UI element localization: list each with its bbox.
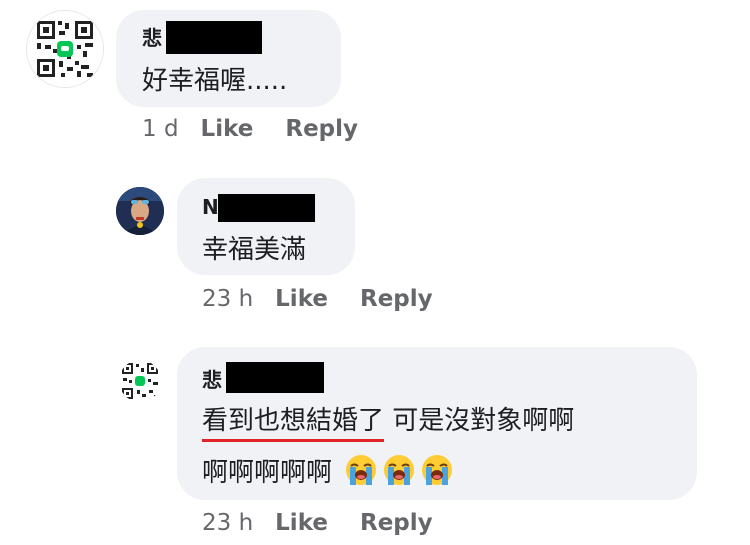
comment-text: 幸福美滿 — [202, 235, 307, 265]
reply-button[interactable]: Reply — [360, 510, 433, 536]
like-button[interactable]: Like — [275, 510, 328, 536]
reply-button[interactable]: Reply — [360, 286, 433, 312]
comment-text-rest: 可是沒對象啊啊 — [384, 406, 575, 436]
comment-time[interactable]: 23 h — [202, 510, 253, 536]
comment-actions: 23 h Like Reply — [202, 286, 433, 312]
profile-photo — [116, 187, 164, 235]
avatar[interactable] — [116, 187, 164, 235]
underlined-text: 看到也想結婚了 — [202, 406, 385, 442]
redaction-box — [166, 21, 262, 54]
redaction-box — [218, 194, 315, 222]
comment-actions: 23 h Like Reply — [202, 510, 433, 536]
comment-actions: 1 d Like Reply — [142, 116, 358, 142]
commenter-name[interactable]: 悲 — [202, 364, 222, 393]
redaction-box — [226, 362, 324, 393]
comment-time[interactable]: 1 d — [142, 116, 179, 142]
commenter-name[interactable]: N — [202, 195, 219, 219]
like-button[interactable]: Like — [275, 286, 328, 312]
comment-text-line2-content: 啊啊啊啊啊 — [202, 458, 333, 488]
loudly-crying-face-icon — [422, 455, 453, 485]
avatar[interactable] — [119, 360, 161, 402]
loudly-crying-face-icon — [346, 455, 377, 485]
comment-text-line-1: 看到也想結婚了 可是沒對象啊啊 — [202, 400, 575, 442]
like-button[interactable]: Like — [201, 116, 254, 142]
loudly-crying-face-icon — [384, 455, 415, 485]
qr-code-icon — [27, 11, 103, 87]
commenter-name[interactable]: 悲 — [142, 22, 162, 51]
avatar[interactable] — [26, 10, 104, 88]
comment-text-line-2: 啊啊啊啊啊 — [202, 452, 454, 489]
reply-button[interactable]: Reply — [285, 116, 358, 142]
qr-code-icon — [119, 360, 161, 402]
comment-text: 好幸福喔..... — [142, 66, 288, 96]
comment-time[interactable]: 23 h — [202, 286, 253, 312]
